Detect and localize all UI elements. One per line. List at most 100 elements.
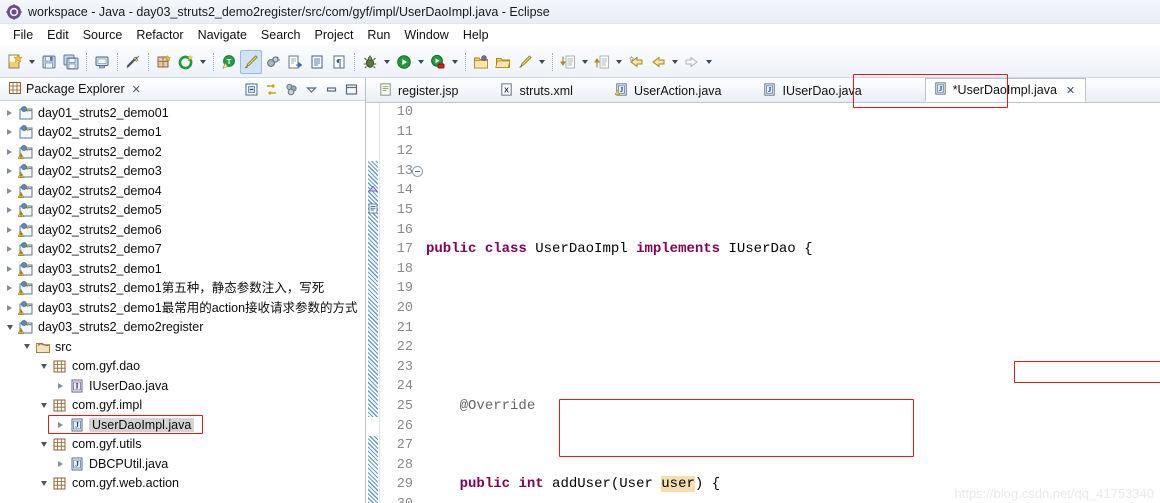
chevron-right-icon[interactable] [2,129,17,135]
chevron-right-icon[interactable] [53,461,68,467]
next-annotation-dropdown-arrow[interactable] [579,50,591,74]
annotation-ruler[interactable] [366,103,380,503]
editor-tab[interactable]: Xstruts.xml [491,78,583,102]
chevron-right-icon[interactable] [2,168,17,174]
export-icon[interactable] [284,50,306,74]
chevron-down-icon[interactable] [36,403,51,408]
editor-tab[interactable]: register.jsp [370,78,469,102]
refresh-icon[interactable] [175,50,197,74]
run-external-dropdown-arrow[interactable] [449,50,461,74]
debug-settings-icon[interactable] [262,50,284,74]
previous-annotation-icon[interactable] [591,50,613,74]
tree-item[interactable]: com.gyf.web.action [0,474,365,494]
tree-item[interactable]: day03_struts2_demo2register [0,318,365,338]
tree-item[interactable]: day02_struts2_demo7 [0,240,365,260]
chevron-down-icon[interactable] [36,481,51,486]
tree-item[interactable]: day01_struts2_demo01 [0,103,365,123]
minimize-icon[interactable] [322,80,340,98]
run-external-tools-icon[interactable] [427,50,449,74]
chevron-right-icon[interactable] [2,188,17,194]
chevron-down-icon[interactable] [36,364,51,369]
menu-source[interactable]: Source [76,26,130,44]
chevron-right-icon[interactable] [2,266,17,272]
chevron-right-icon[interactable] [2,149,17,155]
toggle-mark-occurrences-icon[interactable] [122,50,144,74]
chevron-down-icon[interactable] [2,325,17,330]
new-java-package-icon[interactable] [153,50,175,74]
tab-package-explorer[interactable]: Package Explorer ✕ [4,78,145,100]
menu-project[interactable]: Project [308,26,361,44]
chevron-right-icon[interactable] [53,422,68,428]
project-tree[interactable]: day01_struts2_demo01 day02_struts2_demo1 d… [0,101,365,503]
refresh-dropdown-arrow[interactable] [197,50,209,74]
menu-run[interactable]: Run [360,26,397,44]
tree-item[interactable]: day02_struts2_demo2 [0,142,365,162]
focus-on-active-task-icon[interactable] [282,80,300,98]
debug-dropdown-arrow[interactable] [381,50,393,74]
menu-search[interactable]: Search [254,26,308,44]
forward-dropdown-arrow[interactable] [703,50,715,74]
tree-item[interactable]: day03_struts2_demo1第五种，静态参数注入，写死 [0,279,365,299]
menu-help[interactable]: Help [456,26,496,44]
collapse-all-icon[interactable] [242,80,260,98]
pencil-edit-icon[interactable] [240,49,262,74]
tree-item[interactable]: day03_struts2_demo1最常用的action接收请求参数的方式 [0,298,365,318]
chevron-right-icon[interactable] [2,227,17,233]
run-icon[interactable] [393,50,415,74]
menu-refactor[interactable]: Refactor [129,26,190,44]
tree-item[interactable]: day02_struts2_demo6 [0,220,365,240]
menu-navigate[interactable]: Navigate [191,26,254,44]
tree-item[interactable]: src [0,337,365,357]
tree-item[interactable]: day03_struts2_demo1 [0,259,365,279]
editor-tab[interactable]: J IUserDao.java [754,78,872,102]
previous-annotation-dropdown-arrow[interactable] [613,50,625,74]
chevron-right-icon[interactable] [53,383,68,389]
back-icon[interactable] [647,50,669,74]
open-folder-icon[interactable] [492,50,514,74]
code-editor[interactable]: public class UserDaoImpl implements IUse… [416,103,1160,503]
last-edit-location-icon[interactable] [625,50,647,74]
save-all-icon[interactable] [60,50,82,74]
debug-icon[interactable] [359,50,381,74]
chevron-down-icon[interactable] [19,344,34,349]
new-wizard-dropdown-arrow[interactable] [26,50,38,74]
paragraph-icon[interactable]: ¶ [328,50,350,74]
tree-item[interactable]: I IUserDao.java [0,376,365,396]
new-wizard-icon[interactable] [4,50,26,74]
chevron-right-icon[interactable] [2,285,17,291]
open-task-icon[interactable] [306,50,328,74]
next-annotation-icon[interactable] [557,50,579,74]
new-folder-icon[interactable] [470,50,492,74]
chevron-right-icon[interactable] [2,110,17,116]
chevron-down-icon[interactable] [36,442,51,447]
menu-window[interactable]: Window [397,26,455,44]
tree-item[interactable]: J DBCPUtil.java [0,454,365,474]
menu-file[interactable]: File [6,26,40,44]
editor-tab[interactable]: J UserAction.java [606,78,733,102]
back-dropdown-arrow[interactable] [669,50,681,74]
marker-dropdown-arrow[interactable] [536,50,548,74]
tree-item[interactable]: J UserDaoImpl.java [0,415,365,435]
print-icon[interactable] [91,50,113,74]
chevron-right-icon[interactable] [2,246,17,252]
close-icon[interactable]: ✕ [132,83,141,96]
open-type-icon[interactable]: T [218,50,240,74]
tree-item[interactable]: day02_struts2_demo5 [0,201,365,221]
marker-pen-icon[interactable] [514,50,536,74]
maximize-icon[interactable] [342,80,360,98]
tree-item[interactable]: day02_struts2_demo1 [0,123,365,143]
forward-icon[interactable] [681,50,703,74]
chevron-right-icon[interactable] [2,305,17,311]
tree-item[interactable]: com.gyf.utils [0,435,365,455]
chevron-right-icon[interactable] [2,207,17,213]
save-icon[interactable] [38,50,60,74]
link-with-editor-icon[interactable] [262,80,280,98]
menu-edit[interactable]: Edit [40,26,76,44]
close-icon[interactable]: ✕ [1066,84,1075,97]
editor-tab[interactable]: J *UserDaoImpl.java ✕ [924,78,1087,102]
tree-item[interactable]: day02_struts2_demo4 [0,181,365,201]
tree-item[interactable]: day02_struts2_demo3 [0,162,365,182]
tree-item[interactable]: com.gyf.impl [0,396,365,416]
run-dropdown-arrow[interactable] [415,50,427,74]
tree-item[interactable]: com.gyf.dao [0,357,365,377]
